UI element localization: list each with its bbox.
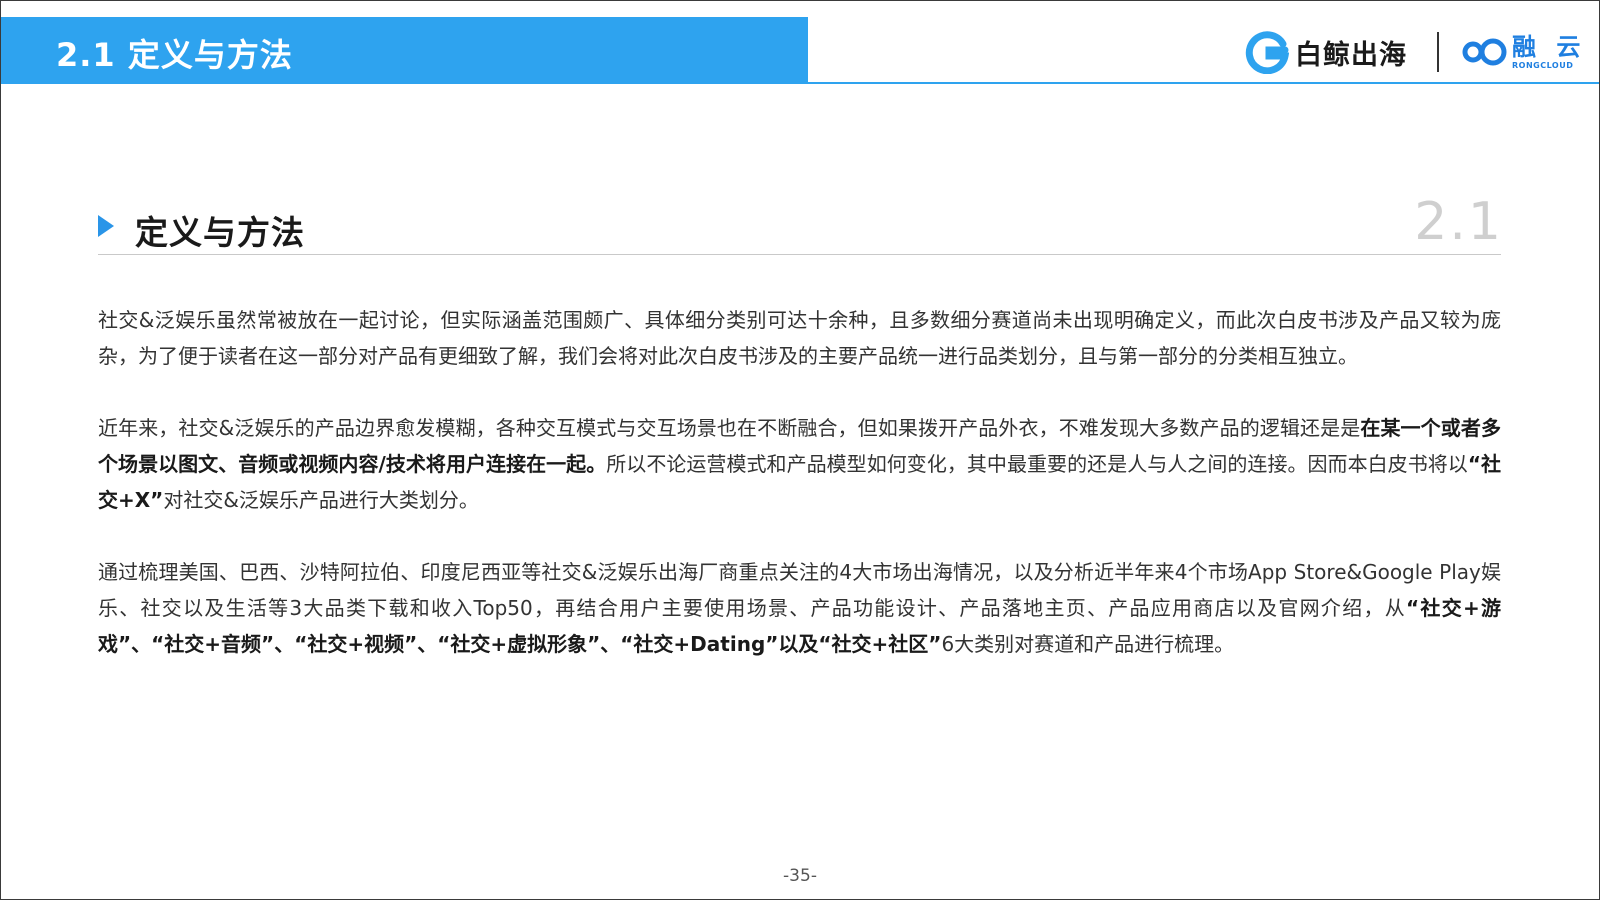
text-run: 近年来，社交&泛娱乐的产品边界愈发模糊，各种交互模式与交互场景也在不断融合，但如… bbox=[98, 416, 1361, 440]
body-text: 社交&泛娱乐虽然常被放在一起讨论，但实际涵盖范围颇广、具体细分类别可达十余种，且… bbox=[98, 302, 1501, 698]
text-run: 通过梳理美国、巴西、沙特阿拉伯、印度尼西亚等社交&泛娱乐出海厂商重点关注的4大市… bbox=[98, 560, 1501, 620]
header-rule bbox=[808, 82, 1599, 84]
logo-divider bbox=[1437, 32, 1439, 72]
baijing-logo: 白鲸出海 bbox=[1245, 30, 1407, 74]
section-title: 定义与方法 bbox=[135, 213, 305, 252]
infinity-logo-icon bbox=[1462, 38, 1507, 66]
section-triangle-icon bbox=[98, 215, 114, 237]
text-run: 所以不论运营模式和产品模型如何变化，其中最重要的还是人与人之间的连接。因而本白皮… bbox=[606, 452, 1468, 476]
text-run: 社交&泛娱乐虽然常被放在一起讨论，但实际涵盖范围颇广、具体细分类别可达十余种，且… bbox=[98, 308, 1501, 368]
header-title: 2.1 定义与方法 bbox=[56, 36, 293, 74]
paragraph: 社交&泛娱乐虽然常被放在一起讨论，但实际涵盖范围颇广、具体细分类别可达十余种，且… bbox=[98, 302, 1501, 374]
rongcloud-logo: 融 云 RONGCLOUD bbox=[1460, 28, 1586, 76]
section-divider bbox=[98, 254, 1501, 255]
paragraph: 通过梳理美国、巴西、沙特阿拉伯、印度尼西亚等社交&泛娱乐出海厂商重点关注的4大市… bbox=[98, 554, 1501, 662]
text-run: 对社交&泛娱乐产品进行大类划分。 bbox=[163, 488, 479, 512]
whale-logo-icon bbox=[1245, 31, 1289, 74]
rongcloud-logo-en: RONGCLOUD bbox=[1512, 61, 1574, 70]
rongcloud-logo-cn: 融 云 bbox=[1512, 33, 1587, 61]
section-number: 2.1 bbox=[1414, 192, 1503, 252]
text-run: 6大类别对赛道和产品进行梳理。 bbox=[941, 632, 1235, 656]
paragraph: 近年来，社交&泛娱乐的产品边界愈发模糊，各种交互模式与交互场景也在不断融合，但如… bbox=[98, 410, 1501, 518]
baijing-logo-text: 白鲸出海 bbox=[1295, 39, 1407, 71]
page-number: -35- bbox=[783, 866, 817, 886]
